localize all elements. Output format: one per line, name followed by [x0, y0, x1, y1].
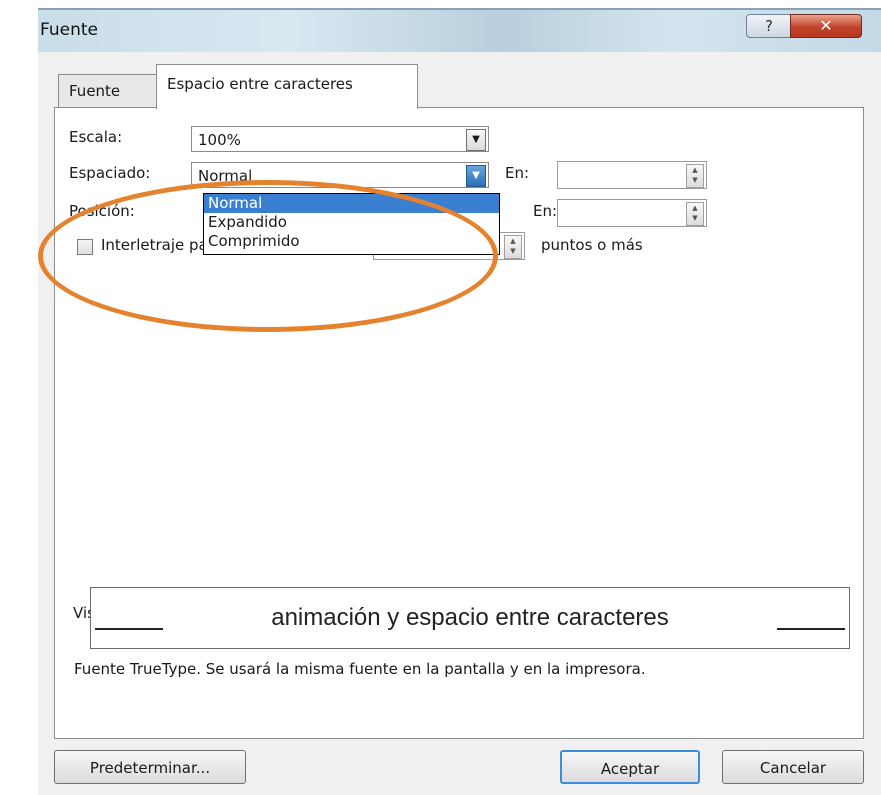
- close-icon: ✕: [819, 16, 833, 35]
- espaciado-en-label: En:: [505, 164, 530, 182]
- tab-fuente[interactable]: Fuente: [58, 74, 158, 107]
- predeterminar-button[interactable]: Predeterminar...: [54, 750, 246, 784]
- espaciado-label: Espaciado:: [69, 164, 151, 182]
- escala-select[interactable]: 100% ▼: [191, 126, 489, 152]
- preview-note: Fuente TrueType. Se usará la misma fuent…: [74, 660, 646, 678]
- dialog-body: Fuente Espacio entre caracteres Escala: …: [38, 52, 870, 787]
- espaciado-value: Normal: [198, 167, 253, 185]
- dropdown-option-expandido[interactable]: Expandido: [204, 213, 499, 232]
- close-button[interactable]: ✕: [790, 14, 862, 38]
- posicion-label: Posición:: [69, 202, 135, 220]
- aceptar-button[interactable]: Aceptar: [560, 750, 700, 784]
- escala-label: Escala:: [69, 128, 123, 146]
- help-icon: ?: [765, 17, 773, 35]
- interletraje-checkbox[interactable]: [77, 239, 93, 255]
- dropdown-option-normal[interactable]: Normal: [204, 194, 499, 213]
- preview-box: animación y espacio entre caracteres: [90, 587, 850, 649]
- spin-arrows-icon[interactable]: ▲ ▼: [686, 164, 704, 188]
- espaciado-dropdown-list[interactable]: Normal Expandido Comprimido: [203, 193, 500, 255]
- spin-arrows-icon[interactable]: ▲ ▼: [504, 235, 522, 259]
- interletraje-suffix: puntos o más: [541, 236, 643, 254]
- chevron-down-icon[interactable]: ▼: [466, 165, 486, 187]
- dropdown-option-comprimido[interactable]: Comprimido: [204, 232, 499, 251]
- font-dialog: Fuente ? ✕ Fuente Espacio entre caracter…: [38, 8, 881, 795]
- spin-arrows-icon[interactable]: ▲ ▼: [686, 202, 704, 226]
- preview-rule-right: [777, 628, 845, 630]
- preview-text: animación y espacio entre caracteres: [271, 604, 669, 631]
- posicion-en-label: En:: [533, 202, 558, 220]
- cancelar-button[interactable]: Cancelar: [722, 750, 864, 784]
- window-title: Fuente: [40, 20, 98, 40]
- chevron-down-icon[interactable]: ▼: [466, 129, 486, 151]
- tab-espacio-entre-caracteres[interactable]: Espacio entre caracteres: [156, 64, 418, 109]
- posicion-en-spinner[interactable]: ▲ ▼: [557, 199, 707, 227]
- escala-value: 100%: [198, 131, 241, 149]
- espaciado-en-spinner[interactable]: ▲ ▼: [557, 161, 707, 189]
- espaciado-select[interactable]: Normal ▼: [191, 162, 489, 188]
- help-button[interactable]: ?: [746, 14, 792, 38]
- title-bar: Fuente ? ✕: [38, 10, 881, 52]
